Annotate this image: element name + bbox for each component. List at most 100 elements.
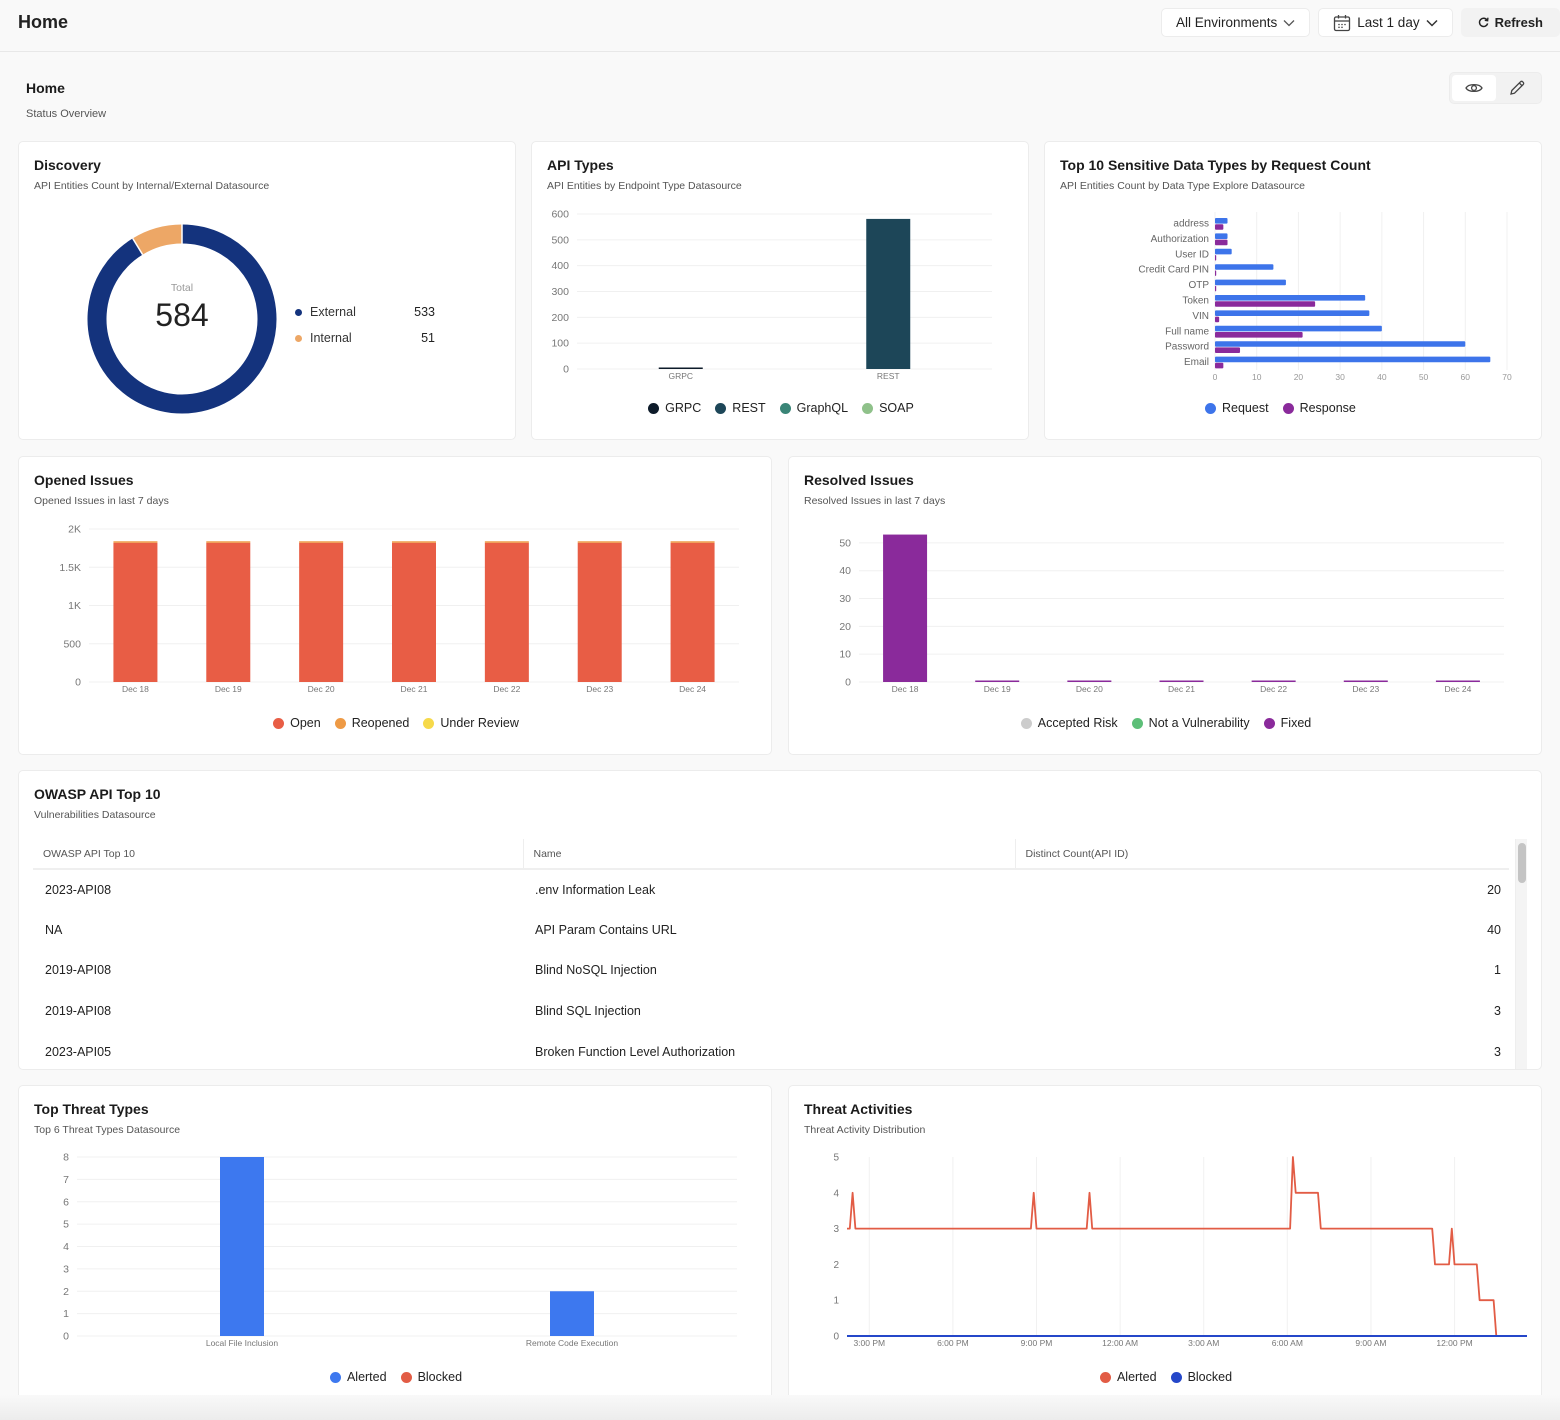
legend-item[interactable]: SOAP xyxy=(862,401,914,415)
legend-item[interactable]: Alerted xyxy=(329,1370,387,1384)
y-tick-label: 50 xyxy=(839,537,851,549)
y-tick-label: 2K xyxy=(68,524,81,536)
legend-item[interactable]: Request xyxy=(1205,401,1269,415)
resolved-issues-card: Resolved Issues Resolved Issues in last … xyxy=(788,456,1542,755)
legend-item[interactable]: REST xyxy=(715,401,766,415)
legend-item[interactable]: Not a Vulnerability xyxy=(1131,716,1250,730)
edit-mode-button[interactable] xyxy=(1496,75,1540,101)
x-tick-label: 9:00 AM xyxy=(1355,1338,1386,1348)
bar-response xyxy=(1215,239,1228,246)
legend-label: Under Review xyxy=(440,716,519,730)
bar-response xyxy=(1215,270,1217,276)
resolved-issues-legend: Accepted Risk Not a Vulnerability Fixed xyxy=(789,716,1543,730)
cell-count: 3 xyxy=(1494,1004,1501,1019)
table-row[interactable]: 2023-API05 Broken Function Level Authoriz… xyxy=(33,1031,1509,1069)
time-range-select[interactable]: Last 1 day xyxy=(1318,8,1453,37)
x-tick-label: Dec 18 xyxy=(122,684,149,694)
top-threat-types-chart: 0 1 2 3 4 5 6 7 8 Local File Inclusion Remote Code… xyxy=(63,1152,737,1348)
dashboard-header: Home Status Overview xyxy=(26,80,106,120)
cell-name: API Param Contains URL xyxy=(535,922,677,937)
card-title: Discovery xyxy=(34,157,101,173)
y-tick-label: address xyxy=(1173,219,1209,230)
legend-item[interactable]: GRPC xyxy=(648,401,701,415)
card-title: Top 10 Sensitive Data Types by Request C… xyxy=(1060,157,1371,173)
legend-item[interactable]: Response xyxy=(1282,401,1356,415)
api-types-legend: GRPC REST GraphQL SOAP xyxy=(532,401,1030,415)
y-tick-label: OTP xyxy=(1188,280,1209,291)
top-threat-types-legend: Alerted Blocked xyxy=(19,1370,773,1384)
legend-item[interactable]: Under Review xyxy=(423,716,519,730)
y-tick-label: 600 xyxy=(551,209,569,221)
y-tick-label: 1 xyxy=(833,1296,839,1307)
y-tick-label: 4 xyxy=(63,1241,69,1253)
y-tick-label: 0 xyxy=(563,364,569,376)
bar-open xyxy=(484,542,529,682)
bar-response xyxy=(1215,316,1220,323)
column-header-count[interactable]: Distinct Count(API ID) xyxy=(1014,839,1509,870)
legend-item[interactable]: Blocked xyxy=(1170,1370,1232,1384)
bar-alerted xyxy=(220,1157,264,1336)
bar-open xyxy=(113,542,158,682)
refresh-button[interactable]: Refresh xyxy=(1460,8,1560,37)
card-title: Opened Issues xyxy=(34,472,134,488)
threat-activities-chart: 3:00 PM 6:00 PM 9:00 PM 12:00 AM 3:00 AM 6:00… xyxy=(833,1153,1527,1348)
column-header-owasp[interactable]: OWASP API Top 10 xyxy=(33,839,523,870)
legend-item[interactable]: GraphQL xyxy=(779,401,848,415)
bar-reopened xyxy=(670,541,715,543)
legend-item[interactable]: Accepted Risk xyxy=(1020,716,1118,730)
x-tick-label: Dec 18 xyxy=(892,684,919,694)
cell-name: Blind NoSQL Injection xyxy=(535,963,657,978)
header-controls: All Environments Last 1 day Refresh xyxy=(1160,8,1560,37)
legend-label: Accepted Risk xyxy=(1037,716,1118,730)
calendar-icon xyxy=(1334,14,1351,31)
x-tick-label: 20 xyxy=(1294,372,1304,382)
table-row[interactable]: 2023-API08 .env Information Leak 20 xyxy=(33,869,1509,910)
x-tick-label: Dec 21 xyxy=(1168,684,1195,694)
legend-item[interactable]: Open xyxy=(273,716,321,730)
view-mode-button[interactable] xyxy=(1452,75,1496,101)
legend-item-internal[interactable]: Internal 51 xyxy=(295,325,435,351)
y-tick-label: 30 xyxy=(839,593,851,605)
legend-swatch xyxy=(273,717,285,729)
x-tick-label: GRPC xyxy=(668,371,693,381)
table-row[interactable]: NA API Param Contains URL 40 xyxy=(33,910,1509,951)
legend-label: Alerted xyxy=(346,1370,387,1384)
table-row[interactable]: 2019-API08 Blind SQL Injection 3 xyxy=(33,991,1509,1032)
x-tick-label: 9:00 PM xyxy=(1021,1338,1053,1348)
legend-label: GRPC xyxy=(665,401,702,415)
x-tick-label: 3:00 AM xyxy=(1188,1338,1219,1348)
y-tick-label: 8 xyxy=(63,1152,69,1164)
bar-fixed xyxy=(1343,680,1388,682)
x-tick-label: Dec 20 xyxy=(308,684,335,694)
table-scrollbar[interactable] xyxy=(1515,839,1527,1069)
owasp-card: OWASP API Top 10 Vulnerabilities Datasou… xyxy=(18,770,1542,1070)
x-tick-label: Dec 22 xyxy=(493,684,520,694)
legend-label: Fixed xyxy=(1280,716,1312,730)
bar-request xyxy=(1215,233,1228,239)
legend-item[interactable]: Fixed xyxy=(1263,716,1312,730)
x-tick-label: Dec 23 xyxy=(1352,684,1379,694)
y-tick-label: 300 xyxy=(551,286,569,298)
x-tick-label: Dec 22 xyxy=(1260,684,1287,694)
threat-activities-legend: Alerted Blocked xyxy=(789,1370,1543,1384)
card-subtitle: Top 6 Threat Types Datasource xyxy=(34,1124,181,1136)
legend-swatch xyxy=(779,402,791,414)
y-tick-label: 500 xyxy=(63,638,81,650)
bar-reopened xyxy=(577,541,622,543)
legend-item[interactable]: Alerted xyxy=(1099,1370,1157,1384)
column-header-name[interactable]: Name xyxy=(522,839,1015,870)
table-row[interactable]: 2019-API08 Blind NoSQL Injection 1 xyxy=(33,950,1509,991)
scrollbar-thumb[interactable] xyxy=(1518,843,1526,883)
opened-issues-chart: 0 500 1K 1.5K 2K Dec 18 Dec 19 Dec 20 Dec 21 Dec … xyxy=(59,524,739,694)
legend-swatch xyxy=(295,334,302,342)
bar-response xyxy=(1215,332,1303,338)
legend-item-external[interactable]: External 533 xyxy=(295,299,435,325)
legend-item[interactable]: Reopened xyxy=(334,716,409,730)
environment-select[interactable]: All Environments xyxy=(1160,8,1311,37)
y-tick-label: 4 xyxy=(833,1188,839,1199)
card-subtitle: API Entities Count by Data Type Explore … xyxy=(1060,180,1305,192)
y-tick-label: 7 xyxy=(63,1174,69,1186)
cell-count: 3 xyxy=(1494,1044,1501,1059)
legend-item[interactable]: Blocked xyxy=(400,1370,462,1384)
cell-name: Blind SQL Injection xyxy=(535,1004,641,1019)
